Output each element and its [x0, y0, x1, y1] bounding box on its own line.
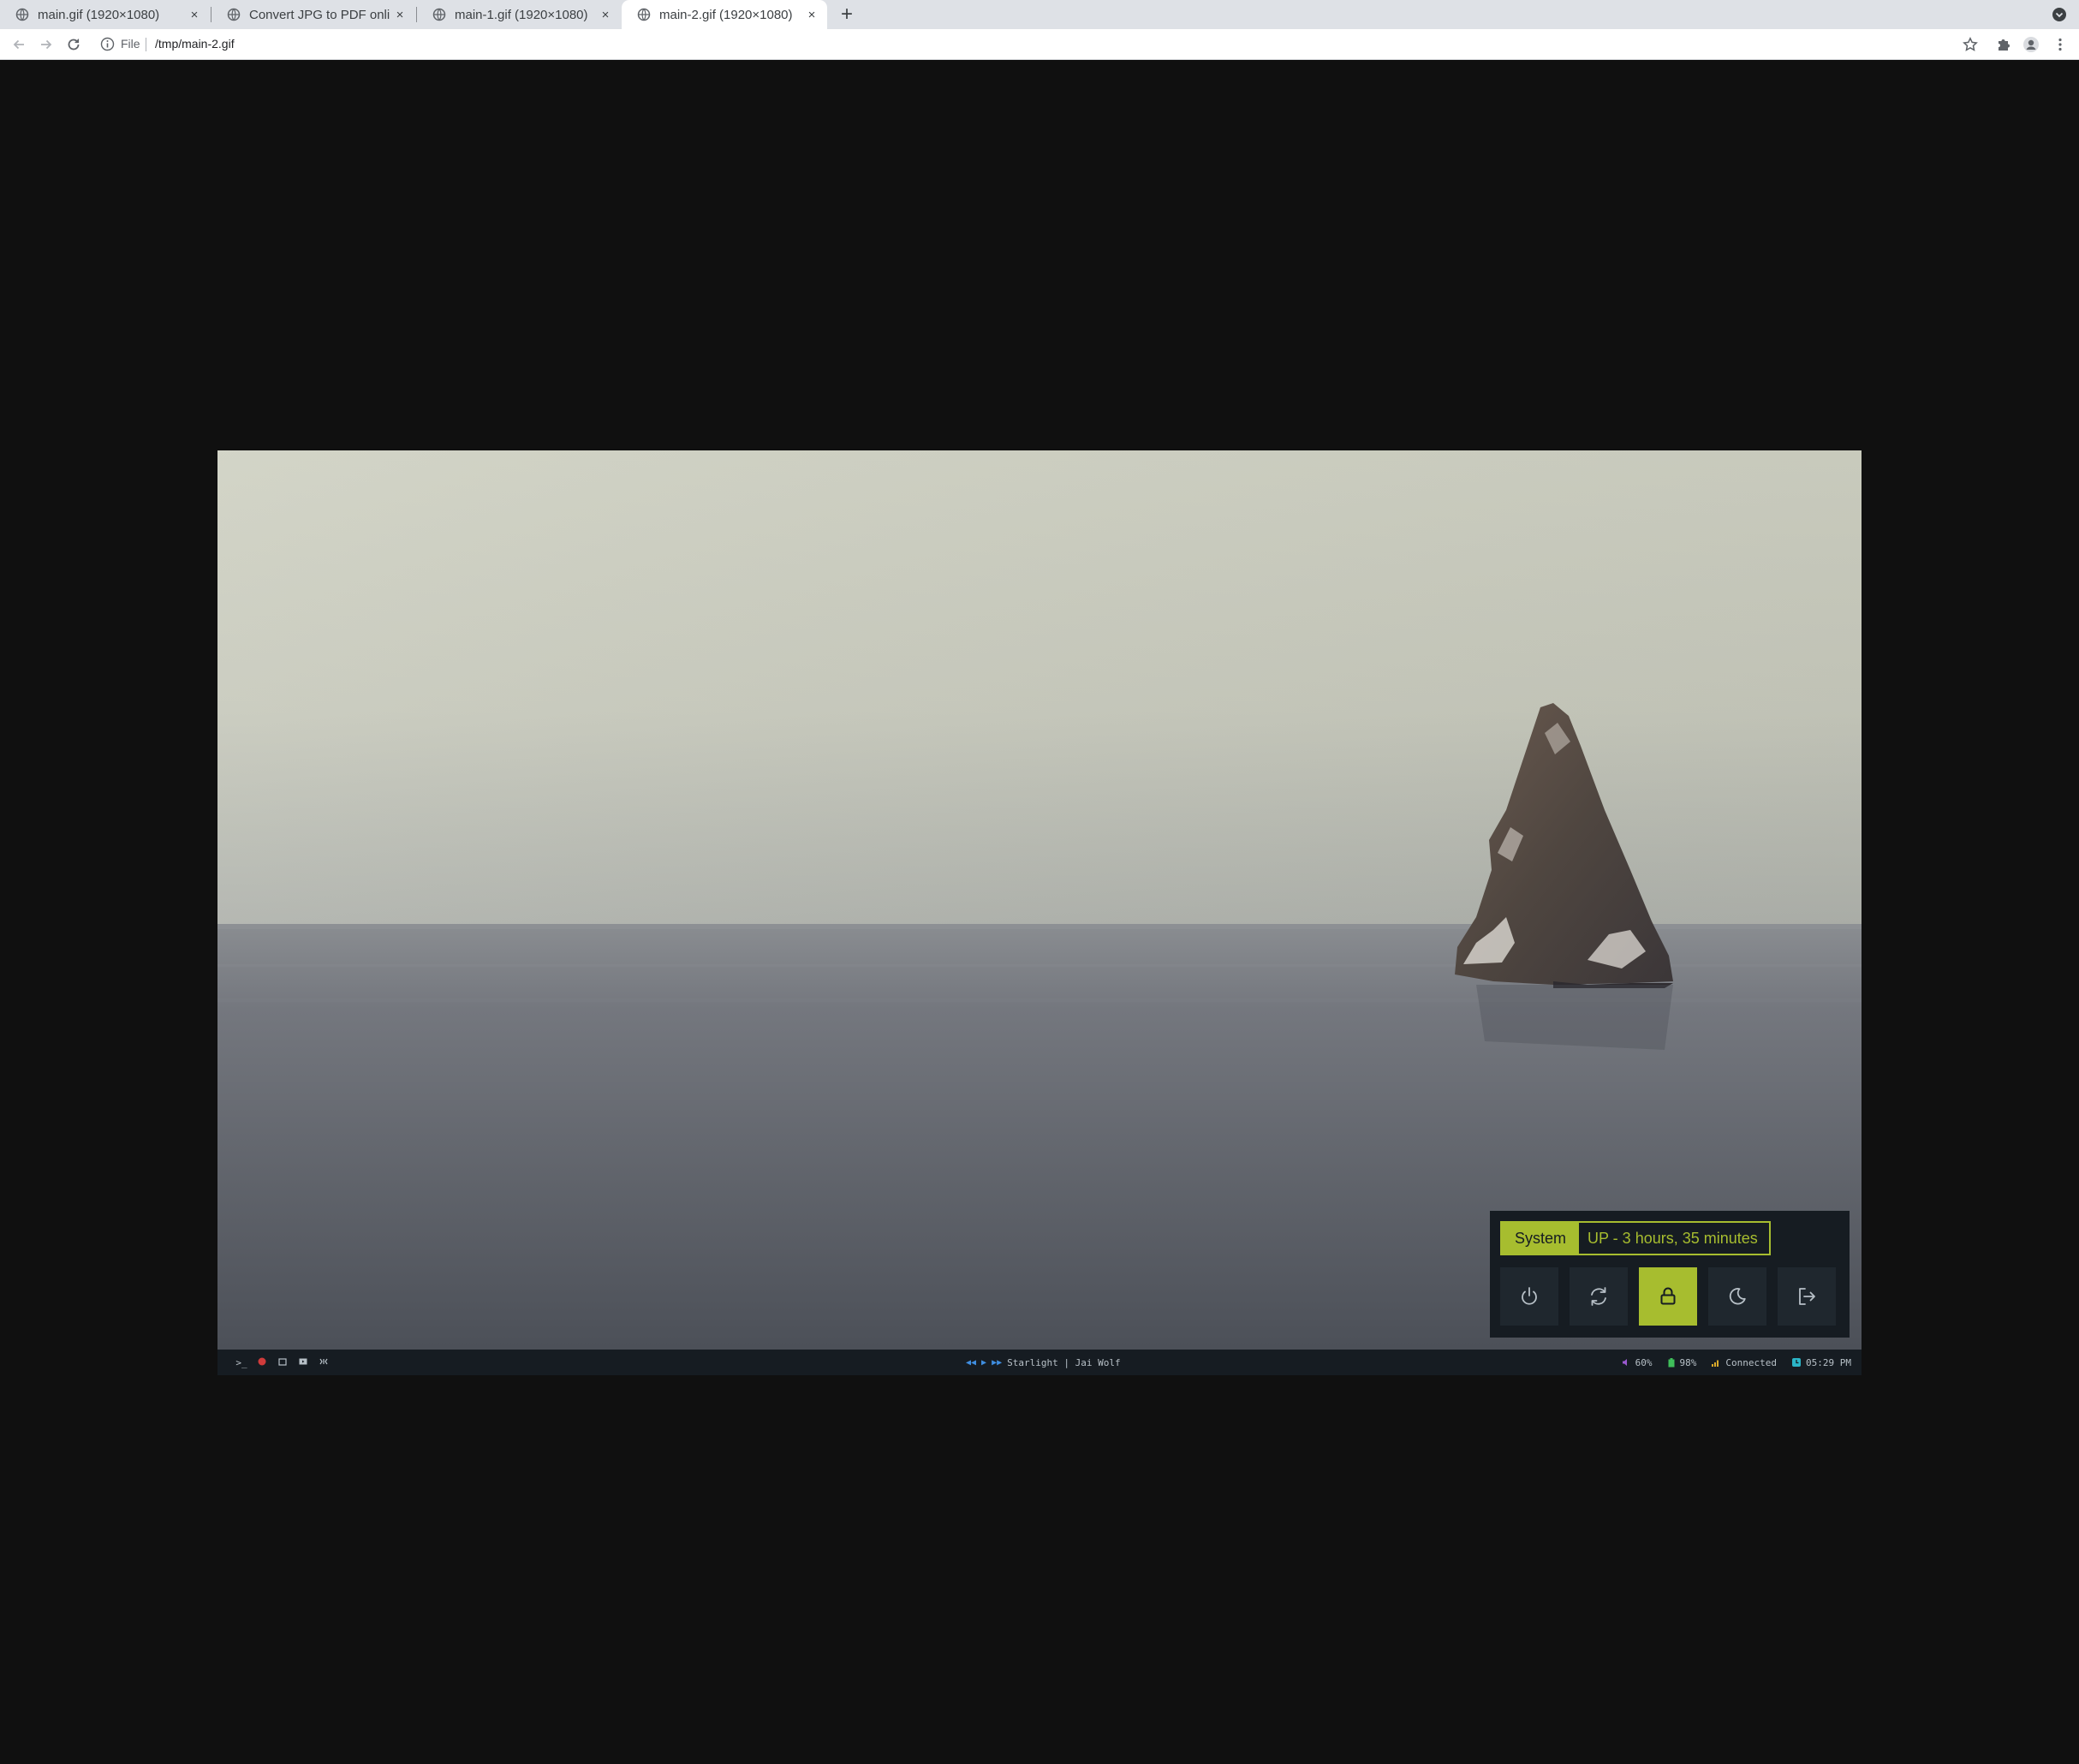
power-menu: System UP - 3 hours, 35 minutes: [1490, 1211, 1850, 1338]
browser-toolbar: File /tmp/main-2.gif: [0, 29, 2079, 60]
system-tray: 60% 98% Connected 05:29 PM: [1606, 1350, 1851, 1375]
battery-value: 98%: [1679, 1356, 1697, 1368]
battery-module: 98%: [1668, 1356, 1697, 1368]
profile-avatar-icon[interactable]: [2022, 36, 2040, 53]
tab-close-icon[interactable]: ×: [184, 8, 205, 22]
network-status: Connected: [1725, 1356, 1778, 1368]
tab-title: main-1.gif (1920×1080): [455, 7, 588, 22]
tab-main-1-gif[interactable]: main-1.gif (1920×1080) ×: [417, 0, 621, 29]
terminal-launcher-icon[interactable]: >_: [231, 1357, 252, 1368]
omnibox-scheme-label: File: [121, 37, 140, 51]
tab-main-2-gif[interactable]: main-2.gif (1920×1080) ×: [622, 0, 827, 29]
previous-track-icon[interactable]: ◀◀: [966, 1358, 976, 1368]
volume-value: 60%: [1635, 1356, 1653, 1368]
media-player: ◀◀ ▶ ▶▶ Starlight | Jai Wolf: [966, 1350, 1121, 1375]
info-icon[interactable]: [100, 37, 115, 51]
image-viewer: System UP - 3 hours, 35 minutes >_ ◀◀ ▶ …: [217, 450, 1862, 1375]
globe-icon: [227, 8, 241, 21]
play-icon[interactable]: ▶: [981, 1358, 986, 1368]
tab-title: main.gif (1920×1080): [38, 7, 160, 22]
prompt-label: System: [1502, 1223, 1579, 1254]
address-bar[interactable]: /tmp/main-2.gif: [155, 37, 235, 51]
network-module[interactable]: Connected: [1712, 1357, 1777, 1368]
clock-icon: [1792, 1358, 1802, 1367]
reload-icon[interactable]: [65, 36, 82, 53]
suspend-icon: [1729, 1288, 1746, 1305]
workspace-settings-icon[interactable]: [313, 1357, 334, 1368]
tab-close-icon[interactable]: ×: [595, 8, 616, 22]
logout-button[interactable]: [1778, 1267, 1836, 1326]
lock-button[interactable]: [1639, 1267, 1697, 1326]
tab-close-icon[interactable]: ×: [801, 8, 822, 22]
shutdown-button[interactable]: [1500, 1267, 1558, 1326]
forward-arrow-icon[interactable]: [38, 36, 55, 53]
tab-close-icon[interactable]: ×: [390, 8, 410, 22]
signal-icon: [1712, 1360, 1719, 1367]
clock-time: 05:29 PM: [1806, 1356, 1851, 1368]
workspace-list: >_: [231, 1350, 334, 1375]
suspend-button[interactable]: [1708, 1267, 1766, 1326]
power-icon: [1522, 1287, 1537, 1305]
tab-title: Convert JPG to PDF online: [249, 7, 390, 22]
kebab-menu-icon[interactable]: [2052, 36, 2069, 53]
new-tab-button[interactable]: +: [835, 3, 859, 27]
speaker-icon: [1622, 1359, 1627, 1366]
workspace-browser-icon[interactable]: [252, 1357, 272, 1368]
tab-search-icon[interactable]: [2052, 7, 2067, 22]
lock-icon: [1660, 1287, 1676, 1305]
logout-icon: [1799, 1288, 1815, 1305]
volume-module[interactable]: 60%: [1622, 1357, 1653, 1368]
globe-icon: [15, 8, 29, 21]
reboot-icon: [1591, 1287, 1606, 1306]
status-bar: >_ ◀◀ ▶ ▶▶ Starlight | Jai Wolf 60% 98% …: [217, 1350, 1862, 1375]
next-track-icon[interactable]: ▶▶: [992, 1358, 1002, 1368]
tab-title: main-2.gif (1920×1080): [659, 7, 793, 22]
globe-icon: [637, 8, 651, 21]
power-menu-prompt: System UP - 3 hours, 35 minutes: [1500, 1221, 1771, 1255]
extensions-puzzle-icon[interactable]: [1995, 36, 2012, 53]
battery-icon: [1668, 1357, 1675, 1367]
tab-main-gif[interactable]: main.gif (1920×1080) ×: [0, 0, 210, 29]
tab-strip: main.gif (1920×1080) × Convert JPG to PD…: [0, 0, 2079, 29]
workspace-media-icon[interactable]: [293, 1357, 313, 1368]
workspace-files-icon[interactable]: [272, 1357, 293, 1368]
reboot-button[interactable]: [1570, 1267, 1628, 1326]
clock-module: 05:29 PM: [1792, 1357, 1851, 1368]
globe-icon: [432, 8, 446, 21]
back-arrow-icon[interactable]: [10, 36, 27, 53]
bookmark-star-icon[interactable]: [1962, 36, 1979, 53]
uptime-text: UP - 3 hours, 35 minutes: [1588, 1229, 1758, 1247]
now-playing-text: Starlight | Jai Wolf: [1007, 1356, 1121, 1368]
tab-convert-jpg[interactable]: Convert JPG to PDF online ×: [211, 0, 415, 29]
